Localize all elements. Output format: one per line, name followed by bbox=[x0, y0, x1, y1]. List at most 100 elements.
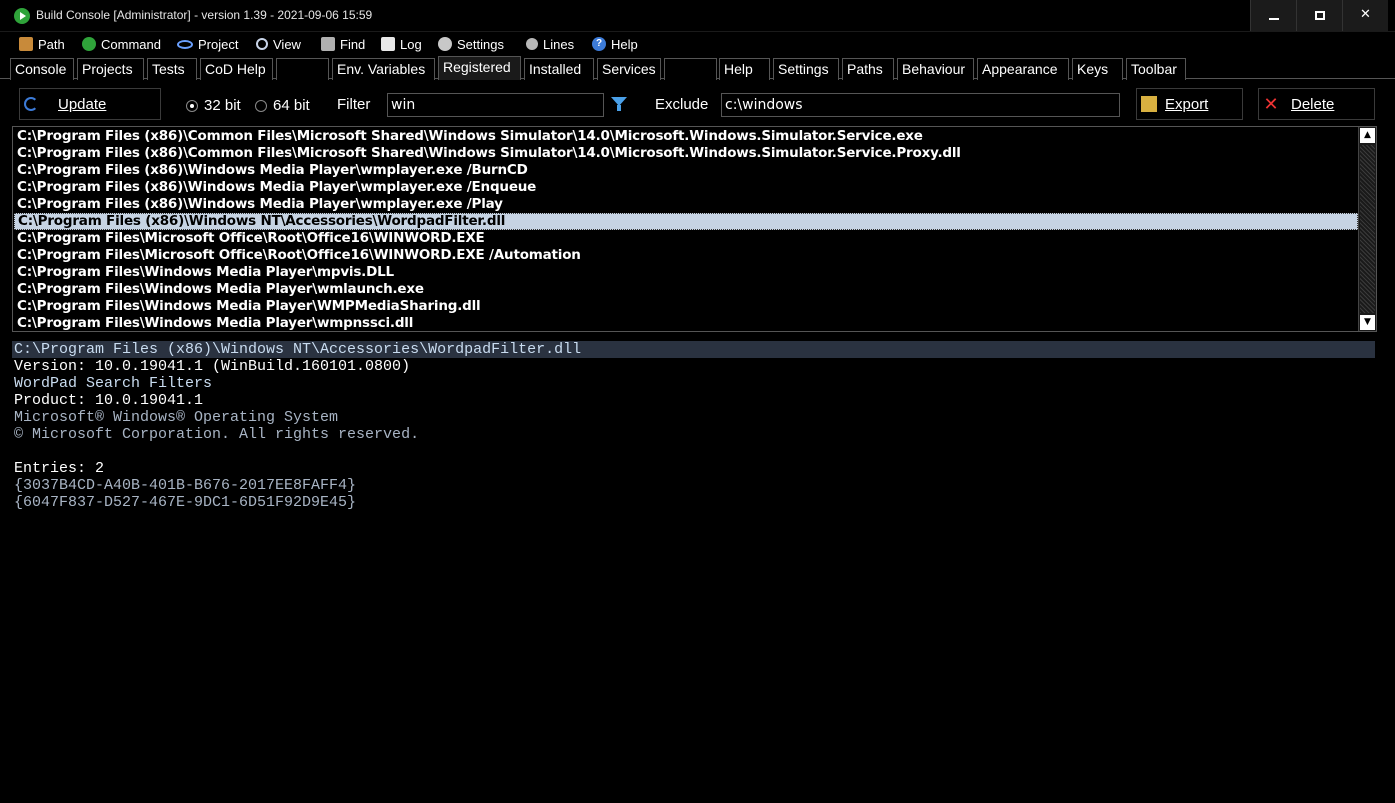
menu-project[interactable]: Project bbox=[177, 35, 238, 53]
delete-label: Delete bbox=[1291, 95, 1335, 113]
tab-installed[interactable]: Installed bbox=[524, 58, 594, 80]
help-icon: ? bbox=[592, 37, 606, 51]
filter-input[interactable] bbox=[387, 93, 604, 117]
maximize-button[interactable] bbox=[1296, 0, 1342, 31]
filter-label: Filter bbox=[337, 96, 371, 113]
detail-product: Product: 10.0.19041.1 bbox=[14, 392, 204, 409]
exclude-input[interactable] bbox=[721, 93, 1120, 117]
menu-view[interactable]: View bbox=[256, 35, 301, 53]
tab-projects[interactable]: Projects bbox=[77, 58, 144, 80]
list-item[interactable]: C:\Program Files (x86)\Windows Media Pla… bbox=[17, 179, 1355, 196]
tab-env-variables[interactable]: Env. Variables bbox=[332, 58, 435, 80]
menu-help[interactable]: ? Help bbox=[592, 35, 638, 53]
tab-registered[interactable]: Registered bbox=[438, 56, 521, 80]
detail-product-name: Microsoft® Windows® Operating System bbox=[14, 409, 339, 426]
maximize-icon bbox=[1315, 11, 1325, 20]
menu-find[interactable]: Find bbox=[321, 35, 365, 53]
menu-settings[interactable]: Settings bbox=[438, 35, 504, 53]
tab-cod-help[interactable]: CoD Help bbox=[200, 58, 273, 80]
minimize-icon bbox=[1269, 18, 1279, 20]
export-button[interactable]: Export bbox=[1136, 88, 1243, 120]
scroll-down-icon[interactable]: ▼ bbox=[1360, 315, 1375, 330]
list-item[interactable]: C:\Program Files\Microsoft Office\Root\O… bbox=[17, 230, 1355, 247]
minimize-button[interactable] bbox=[1250, 0, 1296, 31]
menu-command-label: Command bbox=[101, 36, 161, 52]
tab-tests[interactable]: Tests bbox=[147, 58, 197, 80]
update-label: Update bbox=[58, 95, 107, 113]
menu-project-label: Project bbox=[198, 36, 239, 52]
path-icon bbox=[19, 37, 33, 51]
detail-entry: {6047F837-D527-467E-9DC1-6D51F92D9E45} bbox=[14, 494, 357, 511]
tab-services[interactable]: Services bbox=[597, 58, 661, 80]
list-item[interactable]: C:\Program Files\Windows Media Player\wm… bbox=[17, 315, 1355, 331]
tab-appearance[interactable]: Appearance bbox=[977, 58, 1069, 80]
menu-lines-label: Lines bbox=[543, 36, 575, 52]
menu-log[interactable]: Log bbox=[381, 35, 422, 53]
export-icon bbox=[1141, 96, 1157, 112]
tab-bar: Console Projects Tests CoD Help Env. Var… bbox=[0, 56, 1395, 80]
tab-behaviour[interactable]: Behaviour bbox=[897, 58, 974, 80]
radio-64-bit[interactable]: 64 bit bbox=[255, 97, 310, 114]
list-item[interactable]: C:\Program Files (x86)\Windows Media Pla… bbox=[17, 196, 1355, 213]
detail-copyright: © Microsoft Corporation. All rights rese… bbox=[14, 426, 420, 443]
radio-32-bit-indicator bbox=[186, 99, 198, 112]
tab-toolbar[interactable]: Toolbar bbox=[1126, 58, 1186, 80]
filter-icon[interactable] bbox=[611, 97, 627, 111]
menu-view-label: View bbox=[273, 36, 301, 52]
menu-help-label: Help bbox=[611, 36, 638, 52]
tab-blank-1[interactable] bbox=[276, 58, 329, 80]
detail-entries-count: Entries: 2 bbox=[14, 460, 105, 477]
project-icon bbox=[177, 39, 193, 49]
menu-find-label: Find bbox=[340, 36, 366, 52]
exclude-label: Exclude bbox=[655, 96, 709, 113]
radio-64-bit-label: 64 bit bbox=[273, 97, 310, 114]
find-icon bbox=[321, 37, 335, 51]
menu-lines[interactable]: Lines bbox=[526, 35, 574, 53]
tab-paths[interactable]: Paths bbox=[842, 58, 894, 80]
tab-settings[interactable]: Settings bbox=[773, 58, 839, 80]
update-button[interactable]: Update bbox=[19, 88, 161, 120]
view-icon bbox=[256, 38, 268, 50]
lines-icon bbox=[526, 38, 538, 50]
tab-console[interactable]: Console bbox=[10, 58, 74, 80]
log-icon bbox=[381, 37, 395, 51]
tab-help[interactable]: Help bbox=[719, 58, 770, 80]
radio-64-bit-indicator bbox=[255, 99, 267, 112]
detail-version: Version: 10.0.19041.1 (WinBuild.160101.0… bbox=[14, 358, 411, 375]
menu-command[interactable]: Command bbox=[82, 35, 161, 53]
list-item[interactable]: C:\Program Files\Microsoft Office\Root\O… bbox=[17, 247, 1355, 264]
radio-32-bit-label: 32 bit bbox=[204, 97, 241, 114]
close-icon: ✕ bbox=[1360, 7, 1371, 22]
menu-settings-label: Settings bbox=[457, 36, 504, 52]
delete-button[interactable]: ✕ Delete bbox=[1258, 88, 1375, 120]
menu-bar: Path Command Project View Find Log Setti… bbox=[0, 32, 1395, 54]
menu-path-label: Path bbox=[38, 36, 65, 52]
title-bar: Build Console [Administrator] - version … bbox=[0, 0, 1395, 32]
scroll-track[interactable] bbox=[1360, 145, 1375, 313]
detail-panel: C:\Program Files (x86)\Windows NT\Access… bbox=[12, 341, 1377, 791]
scroll-up-icon[interactable]: ▲ bbox=[1360, 128, 1375, 143]
detail-entry: {3037B4CD-A40B-401B-B676-2017EE8FAFF4} bbox=[14, 477, 357, 494]
app-icon bbox=[14, 8, 30, 24]
list-item[interactable]: C:\Program Files\Windows Media Player\wm… bbox=[17, 281, 1355, 298]
command-icon bbox=[82, 37, 96, 51]
tab-blank-2[interactable] bbox=[664, 58, 717, 80]
registered-list[interactable]: C:\Program Files (x86)\Common Files\Micr… bbox=[12, 126, 1377, 332]
delete-icon: ✕ bbox=[1263, 94, 1279, 114]
menu-log-label: Log bbox=[400, 36, 422, 52]
close-button[interactable]: ✕ bbox=[1342, 0, 1388, 31]
settings-icon bbox=[438, 37, 452, 51]
radio-32-bit[interactable]: 32 bit bbox=[186, 97, 241, 114]
list-item[interactable]: C:\Program Files\Windows Media Player\mp… bbox=[17, 264, 1355, 281]
export-label: Export bbox=[1165, 95, 1209, 113]
list-item[interactable]: C:\Program Files (x86)\Windows Media Pla… bbox=[17, 162, 1355, 179]
list-item[interactable]: C:\Program Files (x86)\Common Files\Micr… bbox=[17, 145, 1355, 162]
list-scrollbar[interactable]: ▲ ▼ bbox=[1358, 127, 1376, 331]
list-item-selected[interactable]: C:\Program Files (x86)\Windows NT\Access… bbox=[14, 213, 1358, 230]
menu-path[interactable]: Path bbox=[19, 35, 65, 53]
detail-path: C:\Program Files (x86)\Windows NT\Access… bbox=[12, 341, 1375, 358]
list-item[interactable]: C:\Program Files (x86)\Common Files\Micr… bbox=[17, 128, 1355, 145]
tab-keys[interactable]: Keys bbox=[1072, 58, 1123, 80]
refresh-icon bbox=[24, 97, 38, 111]
list-item[interactable]: C:\Program Files\Windows Media Player\WM… bbox=[17, 298, 1355, 315]
